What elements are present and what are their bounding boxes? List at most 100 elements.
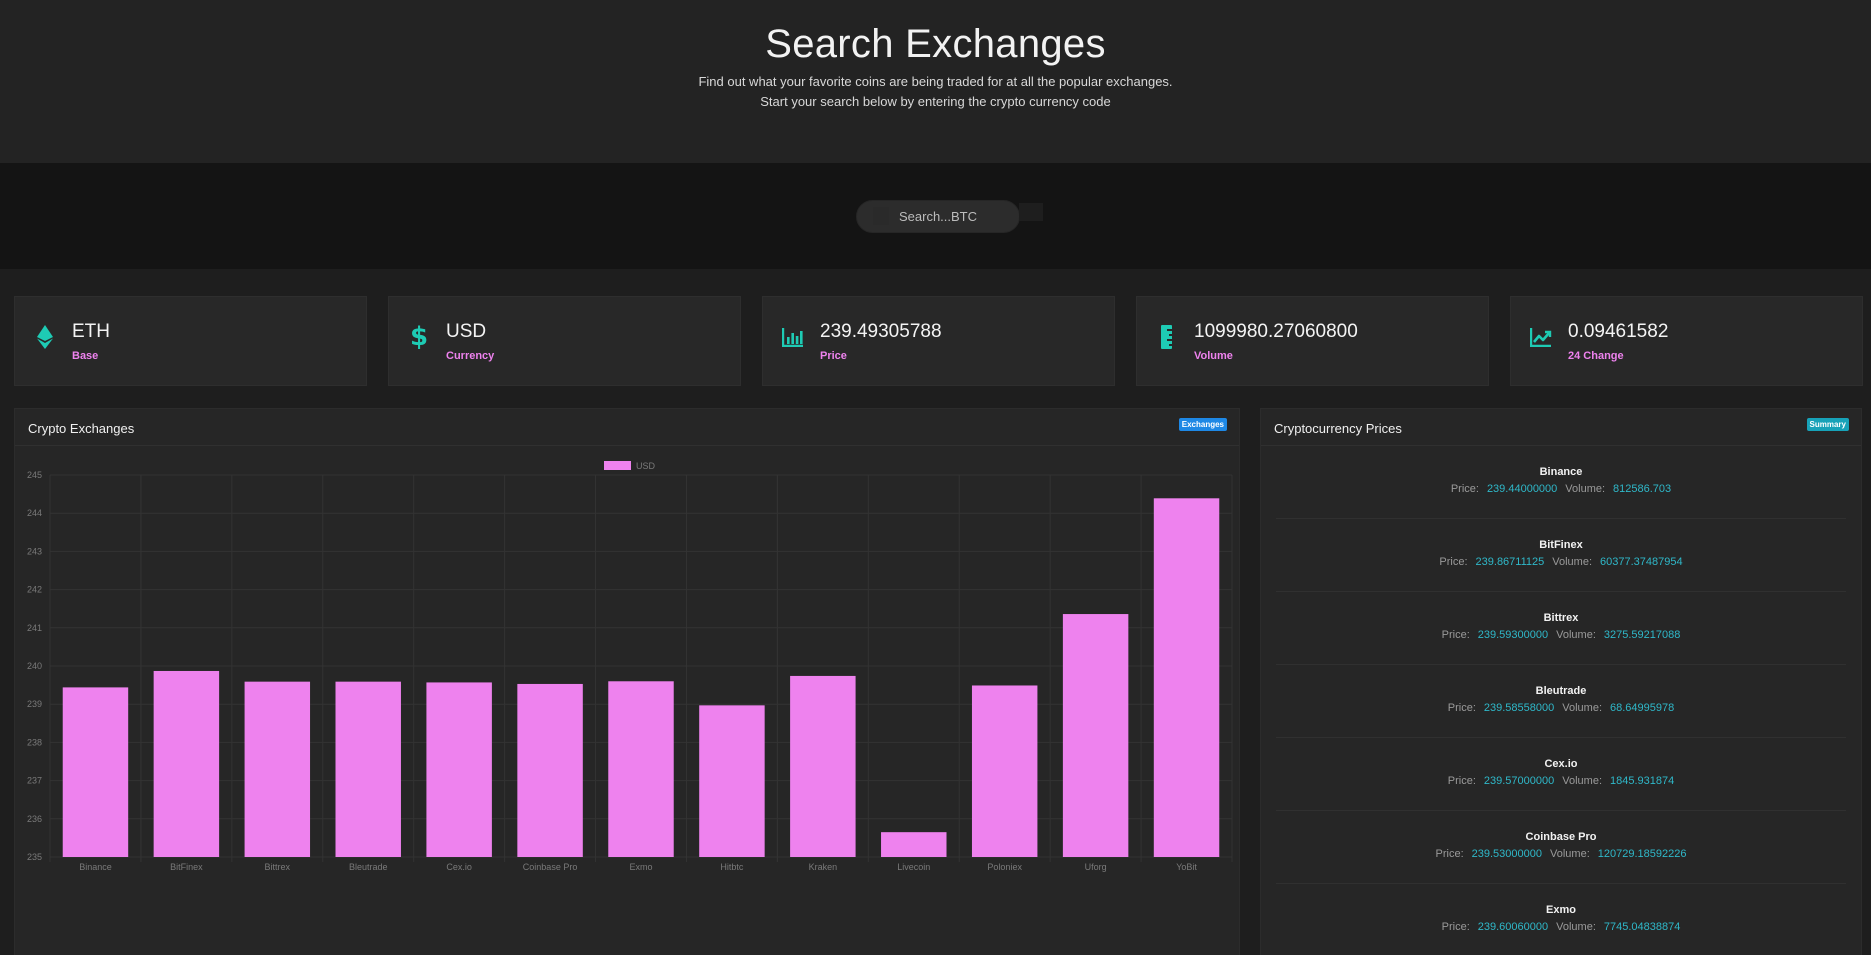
price-list-item: Exmo Price: 239.60060000 Volume: 7745.048388… [1276,884,1846,955]
x-tick-label: BitFinex [170,862,203,872]
x-tick-label: Bleutrade [349,862,388,872]
y-tick-label: 236 [27,814,42,824]
bar-cex-io [426,682,492,857]
price-list-item: Bleutrade Price: 239.58558000 Volume: 68.649… [1276,665,1846,738]
volume-value: 68.64995978 [1610,702,1675,714]
price-label: Price: [1439,556,1468,568]
y-tick-label: 235 [27,852,42,862]
bar-exmo [608,681,674,857]
search-button[interactable] [1019,203,1043,221]
x-tick-label: Binance [79,862,112,872]
price-list-item: Cex.io Price: 239.57000000 Volume: 1845.9318… [1276,738,1846,811]
price-list-item: Binance Price: 239.44000000 Volume: 812586.7… [1276,446,1846,519]
exchange-name: Bleutrade [1535,685,1587,697]
stat-value: USD [446,321,487,342]
y-tick-label: 238 [27,737,42,747]
x-tick-label: Kraken [809,862,838,872]
price-list-item: Coinbase Pro Price: 239.53000000 Volume: 120… [1276,811,1846,884]
price-volume-line: Price: 239.59300000 Volume: 3275.59217088 [1276,629,1846,641]
volume-value: 1845.931874 [1610,775,1675,787]
price-value: 239.57000000 [1483,775,1555,787]
bar-hitbtc [699,705,765,857]
y-tick-label: 242 [27,585,42,595]
x-tick-label: YoBit [1176,862,1197,872]
volume-label: Volume: [1556,629,1596,641]
stat-label: Base [72,350,99,362]
trend-chart-icon [1527,323,1555,351]
stat-value: ETH [72,321,110,342]
exchange-name: Binance [1539,466,1583,478]
stat-card-volume: 1099980.27060800 Volume [1136,296,1489,386]
price-list-item: BitFinex Price: 239.86711125 Volume: 60377.3… [1276,519,1846,592]
volume-value: 60377.37487954 [1600,556,1683,568]
volume-label: Volume: [1562,702,1602,714]
stat-label: Price [820,350,847,362]
x-tick-label: Cex.io [446,862,472,872]
bar-bitfinex [153,670,220,857]
stat-label: Currency [446,350,495,362]
prices-panel-title: Cryptocurrency Prices [1274,421,1402,436]
bar-poloniex [971,685,1038,857]
price-volume-line: Price: 239.57000000 Volume: 1845.931874 [1276,775,1846,787]
volume-value: 120729.18592226 [1597,848,1687,860]
exchange-name: Exmo [1546,904,1576,916]
exchange-name: Bittrex [1543,612,1579,624]
price-volume-line: Price: 239.58558000 Volume: 68.64995978 [1276,702,1846,714]
price-label: Price: [1450,483,1479,495]
volume-value: 812586.703 [1613,483,1672,495]
bar-kraken [790,675,856,857]
volume-label: Volume: [1562,775,1602,787]
x-tick-label: Coinbase Pro [523,862,578,872]
x-tick-label: Bittrex [265,862,291,872]
bar-chart-icon [779,323,807,351]
stat-card-base: ETH Base [14,296,367,386]
price-list-item: Bittrex Price: 239.59300000 Volume: 3275.592… [1276,592,1846,665]
hero-subtitle-line-2: Start your search below by entering the … [760,94,1111,109]
volume-label: Volume: [1550,848,1590,860]
y-tick-label: 245 [27,470,42,480]
price-value: 239.53000000 [1471,848,1542,860]
bar-livecoin [881,832,947,857]
y-tick-label: 241 [27,623,42,633]
price-value: 239.86711125 [1475,556,1545,568]
price-label: Price: [1435,848,1464,860]
y-tick-label: 244 [27,508,42,518]
bar-uforg [1062,614,1129,857]
exchanges-panel: Crypto Exchanges Exchanges 235 236 237 238 2… [14,408,1240,955]
x-tick-label: Poloniex [987,862,1022,872]
volume-label: Volume: [1552,556,1592,568]
bar-binance [62,687,129,857]
prices-panel: Cryptocurrency Prices Summary Binance Pri… [1260,408,1862,955]
hero-header: Search Exchanges Find out what your favo… [0,0,1871,163]
legend-label: USD [636,461,656,471]
x-tick-label: Livecoin [897,862,930,872]
volume-value: 7745.04838874 [1603,921,1681,933]
exchange-name: Coinbase Pro [1525,831,1597,843]
stat-card-price: 239.49305788 Price [762,296,1115,386]
x-tick-label: Uforg [1085,862,1107,872]
price-label: Price: [1441,629,1470,641]
bar-bittrex [244,681,311,857]
volume-value: 3275.59217088 [1603,629,1681,641]
bar-yobit [1153,498,1220,857]
stat-value: 0.09461582 [1568,321,1669,342]
x-tick-label: Hitbtc [720,862,744,872]
price-label: Price: [1441,921,1470,933]
price-value: 239.44000000 [1486,483,1558,495]
hero-subtitle-line-1: Find out what your favorite coins are be… [698,74,1173,89]
dollar-icon: $ [409,322,429,352]
stat-card-currency: $ USD Currency [388,296,741,386]
stat-card-change: 0.09461582 24 Change [1510,296,1863,386]
bar-coinbase-pro [517,683,583,857]
price-label: Price: [1447,702,1476,714]
bar-bleutrade [335,681,401,857]
price-value: 239.60060000 [1477,921,1549,933]
exchanges-chart: 235 236 237 238 239 240 241 242 243 244 245 Binance… [15,409,1241,955]
page-title: Search Exchanges [765,22,1106,66]
price-volume-line: Price: 239.44000000 Volume: 812586.703 [1276,483,1846,495]
volume-label: Volume: [1556,921,1596,933]
volume-label: Volume: [1565,483,1606,495]
stat-value: 1099980.27060800 [1194,321,1358,342]
price-list: Binance Price: 239.44000000 Volume: 812586.7… [1276,446,1846,955]
exchange-name: Cex.io [1544,758,1578,770]
